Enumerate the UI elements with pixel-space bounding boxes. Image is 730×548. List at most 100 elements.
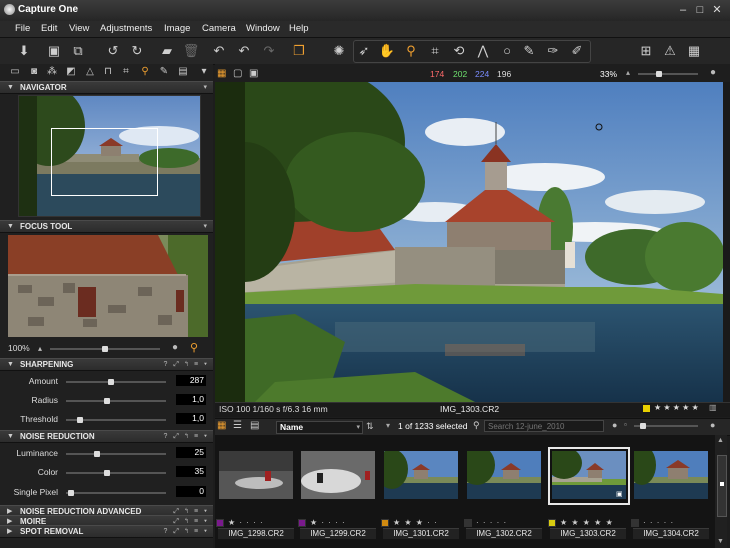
composition-tab-icon[interactable]: ⊓ (101, 65, 115, 79)
redo-icon[interactable]: ↷ (259, 41, 279, 61)
rotate-right-icon[interactable]: ↻ (127, 41, 147, 61)
close-button[interactable]: ✕ (710, 3, 724, 17)
menu-file[interactable]: File (15, 23, 30, 34)
library-tab-icon[interactable]: ▭ (8, 65, 22, 79)
menu-help[interactable]: Help (289, 23, 309, 34)
spot-icon[interactable]: ○ (497, 41, 517, 61)
panel-tools-icon[interactable]: ? ⤢ ↰ ≡ ▾ (164, 431, 209, 442)
spot-removal-header[interactable]: ▶ SPOT REMOVAL ? ⤢ ↰ ≡ ▾ (0, 525, 213, 538)
zoom-out-icon[interactable]: ▴ (626, 68, 630, 77)
slider-knob[interactable] (102, 346, 108, 352)
single-pixel-slider[interactable] (66, 490, 166, 496)
color-tag[interactable] (631, 518, 639, 527)
panel-tools-icon[interactable]: ? ⤢ ↰ ≡ ▾ (164, 359, 209, 370)
scroll-down-icon[interactable]: ▼ (717, 538, 724, 545)
color-tag[interactable] (464, 518, 472, 527)
threshold-value[interactable]: 1,0 (176, 413, 206, 424)
minimize-button[interactable]: – (676, 3, 690, 17)
navigator-viewport-frame[interactable] (51, 128, 158, 196)
thumb-size-small-icon[interactable]: ▫ (624, 420, 627, 429)
rotate-left-icon[interactable]: ↺ (103, 41, 123, 61)
compare-icon[interactable]: ❐ (289, 41, 309, 61)
focus-mask-icon[interactable]: ✺ (329, 41, 349, 61)
proof-margin-icon[interactable]: ▣ (249, 68, 258, 79)
color-tag[interactable] (298, 518, 306, 527)
list-view-icon[interactable]: ☰ (233, 420, 242, 431)
tabs-menu-icon[interactable]: ▾ (197, 65, 211, 79)
panel-menu-icon[interactable]: ▾ (203, 221, 209, 232)
slider-knob[interactable] (103, 470, 110, 476)
focus-tool-header[interactable]: ▼ FOCUS TOOL ▾ (0, 220, 213, 233)
color-tag[interactable] (216, 518, 224, 527)
apply-icon[interactable]: ✐ (567, 41, 587, 61)
filmstrip-view-icon[interactable]: ▤ (250, 420, 259, 431)
zoom-icon[interactable]: ⚲ (401, 41, 421, 61)
panel-tools-icon[interactable]: ? ⤢ ↰ ≡ ▾ (164, 526, 209, 537)
white-balance-icon[interactable]: ✑ (543, 41, 563, 61)
focus-zoom-slider[interactable] (50, 346, 160, 352)
color-tag[interactable] (548, 518, 556, 527)
metadata-tab-icon[interactable]: ▤ (176, 65, 190, 79)
slider-knob[interactable] (656, 71, 662, 77)
trash-icon[interactable]: 🗑 (181, 41, 201, 61)
adjustments-tab-icon[interactable]: ✎ (157, 65, 171, 79)
thumb-rating[interactable]: · · · · · (631, 518, 674, 528)
import-icon[interactable]: ⬇ (14, 41, 34, 61)
pan-icon[interactable]: ✋ (377, 41, 397, 61)
menu-image[interactable]: Image (164, 23, 190, 34)
maximize-button[interactable]: □ (693, 3, 707, 17)
luminance-value[interactable]: 25 (176, 447, 206, 458)
thumb-rating[interactable]: ★ ★ ★ ★ ★ (548, 518, 614, 528)
info-icon[interactable]: ▥ (709, 403, 717, 412)
radius-slider[interactable] (66, 398, 166, 404)
menu-edit[interactable]: Edit (41, 23, 57, 34)
thumb-rating[interactable]: ★ · · · · (216, 518, 264, 528)
rotate-icon[interactable]: ⟲ (449, 41, 469, 61)
menu-view[interactable]: View (69, 23, 89, 34)
lens-tab-icon[interactable]: △ (83, 65, 97, 79)
sort-direction-icon[interactable]: ⇅ (366, 421, 374, 432)
picker-icon[interactable]: ✎ (519, 41, 539, 61)
slider-knob[interactable] (103, 398, 110, 404)
thumb-rating[interactable]: ★ · · · · (298, 518, 346, 528)
single-view-icon[interactable]: ▢ (233, 68, 242, 79)
noise-reduction-header[interactable]: ▼ NOISE REDUCTION ? ⤢ ↰ ≡ ▾ (0, 430, 213, 443)
menu-adjustments[interactable]: Adjustments (100, 23, 152, 34)
capture-tab-icon[interactable]: ◙ (27, 65, 41, 79)
search-input[interactable] (484, 420, 604, 432)
color-value[interactable]: 35 (176, 466, 206, 477)
navigator-header[interactable]: ▼ NAVIGATOR ▾ (0, 81, 213, 94)
slider-knob[interactable] (640, 423, 646, 429)
scrollbar-thumb[interactable] (717, 455, 727, 517)
color-slider[interactable] (66, 470, 166, 476)
thumbnail-size-slider[interactable] (634, 423, 698, 429)
keystone-icon[interactable]: ⋀ (473, 41, 493, 61)
undo-icon[interactable]: ↶ (234, 41, 254, 61)
menu-window[interactable]: Window (246, 23, 280, 34)
amount-value[interactable]: 287 (176, 375, 206, 386)
zoom-out-icon[interactable]: ▴ (38, 344, 42, 353)
capture-icon[interactable]: ▣ (44, 41, 64, 61)
pointer-icon[interactable]: ➶ (354, 41, 374, 61)
radius-value[interactable]: 1,0 (176, 394, 206, 405)
amount-slider[interactable] (66, 379, 166, 385)
panel-menu-icon[interactable]: ▾ (203, 82, 209, 93)
process-icon[interactable]: ⧉ (68, 41, 88, 61)
menu-camera[interactable]: Camera (202, 23, 236, 34)
thumbnail[interactable] (464, 448, 544, 502)
proof-icon[interactable]: ▦ (684, 41, 704, 61)
filmstrip-scrollbar[interactable]: ▲ ▼ (715, 435, 727, 548)
undo-icon[interactable]: ↶ (209, 41, 229, 61)
thumbnail[interactable] (216, 448, 296, 502)
grid-icon[interactable]: ⊞ (636, 41, 656, 61)
main-viewer[interactable] (215, 82, 723, 402)
multi-view-icon[interactable]: ▦ (217, 68, 226, 79)
navigator-preview[interactable] (18, 95, 201, 217)
thumbnail-view-icon[interactable]: ▦ (217, 420, 226, 431)
thumbnail[interactable] (298, 448, 378, 502)
single-pixel-value[interactable]: 0 (176, 486, 206, 497)
details-tab-icon[interactable]: ⚲ (138, 65, 152, 79)
viewer-zoom-slider[interactable] (638, 71, 698, 77)
color-tab-icon[interactable]: ⁂ (45, 65, 59, 79)
threshold-slider[interactable] (66, 417, 166, 423)
